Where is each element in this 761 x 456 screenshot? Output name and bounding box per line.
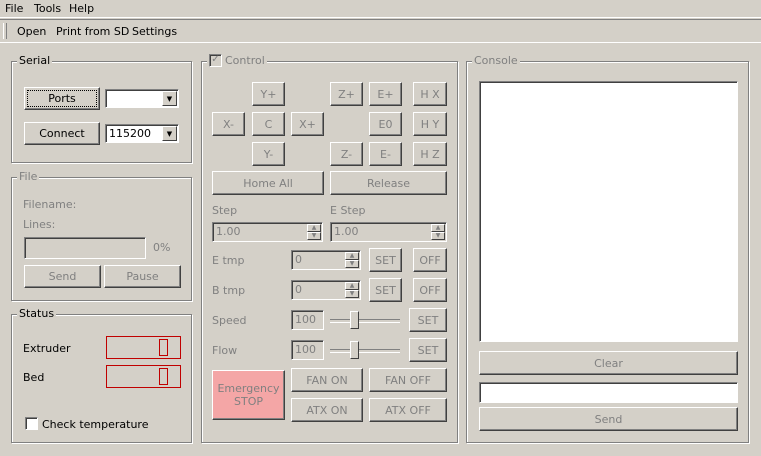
speed-slider-track[interactable] — [330, 319, 400, 323]
menu-bar: File Tools Help — [0, 0, 761, 18]
baud-select-value: 115200 — [109, 127, 151, 140]
control-enable-checkbox[interactable]: ✓ — [209, 54, 222, 67]
bed-temp-gauge — [106, 365, 181, 388]
btmp-label: B tmp — [212, 284, 246, 297]
jog-x-plus-button[interactable]: X+ — [291, 112, 324, 136]
file-send-button[interactable]: Send — [24, 265, 101, 288]
btmp-off-button[interactable]: OFF — [413, 278, 447, 302]
etmp-set-button[interactable]: SET — [369, 248, 402, 272]
jog-e0-button[interactable]: E0 — [369, 112, 402, 136]
home-z-button[interactable]: H Z — [413, 142, 447, 166]
connect-button[interactable]: Connect — [24, 122, 100, 145]
progress-percent: 0% — [153, 241, 171, 254]
jog-x-minus-button[interactable]: X- — [212, 112, 245, 136]
jog-y-minus-button[interactable]: Y- — [252, 142, 285, 166]
status-group: Status Extruder Bed Check temperature — [11, 307, 192, 443]
estep-label: E Step — [330, 204, 366, 217]
jog-z-minus-button[interactable]: Z- — [330, 142, 363, 166]
speed-slider-thumb[interactable] — [350, 311, 359, 329]
release-button[interactable]: Release — [330, 171, 447, 195]
check-temperature-checkbox[interactable] — [25, 417, 38, 430]
status-legend: Status — [17, 307, 57, 320]
spin-arrows-icon[interactable]: ▲ ▼ — [431, 224, 445, 240]
print-progress-bar — [24, 237, 146, 259]
extruder-temp-indicator — [159, 339, 168, 356]
bed-temp-indicator — [159, 368, 168, 385]
chevron-down-icon[interactable]: ▼ — [162, 91, 177, 106]
serial-legend: Serial — [17, 54, 53, 67]
toolbar-grip[interactable] — [3, 23, 7, 39]
step-label: Step — [212, 204, 238, 217]
speed-label: Speed — [212, 314, 247, 327]
toolbar-open[interactable]: Open — [17, 25, 46, 38]
menu-help[interactable]: Help — [69, 2, 94, 15]
control-group: ✓ Control Y+ X- C X+ Y- Z+ Z- E+ E0 E- H… — [201, 54, 458, 443]
control-legend-label: Control — [225, 54, 265, 67]
jog-e-minus-button[interactable]: E- — [369, 142, 402, 166]
console-output[interactable] — [479, 81, 738, 342]
extruder-temp-gauge — [106, 336, 181, 359]
flow-slider-thumb[interactable] — [350, 341, 359, 359]
speed-set-button[interactable]: SET — [409, 308, 447, 332]
toolbar-print-from-sd[interactable]: Print from SD — [56, 25, 129, 38]
btmp-set-button[interactable]: SET — [369, 278, 402, 302]
console-command-input[interactable] — [479, 382, 738, 403]
chevron-down-icon[interactable]: ▼ — [162, 126, 177, 141]
jog-y-plus-button[interactable]: Y+ — [252, 82, 285, 106]
menu-tools[interactable]: Tools — [34, 2, 61, 15]
home-x-button[interactable]: H X — [413, 82, 447, 106]
ports-button[interactable]: Ports — [24, 87, 100, 110]
file-group: File Filename: Lines: 0% Send Pause — [11, 170, 192, 301]
flow-value-field: 100 — [291, 340, 324, 360]
estep-spinner[interactable]: 1.00 ▲ ▼ — [330, 222, 447, 242]
bed-label: Bed — [23, 371, 45, 384]
estep-value: 1.00 — [334, 225, 359, 238]
step-spinner[interactable]: 1.00 ▲ ▼ — [212, 222, 323, 242]
spin-arrows-icon[interactable]: ▲ ▼ — [345, 282, 359, 298]
flow-label: Flow — [212, 344, 238, 357]
check-temperature-label: Check temperature — [42, 418, 149, 431]
pause-button[interactable]: Pause — [104, 265, 181, 288]
atx-on-button[interactable]: ATX ON — [291, 398, 363, 422]
etmp-value: 0 — [295, 253, 302, 266]
port-select[interactable]: ▼ — [105, 89, 179, 108]
spin-arrows-icon[interactable]: ▲ ▼ — [307, 224, 321, 240]
btmp-spinner[interactable]: 0 ▲ ▼ — [291, 280, 361, 300]
clear-button[interactable]: Clear — [479, 351, 738, 375]
etmp-spinner[interactable]: 0 ▲ ▼ — [291, 250, 361, 270]
spin-arrows-icon[interactable]: ▲ ▼ — [345, 252, 359, 268]
serial-group: Serial Ports ▼ Connect 115200 ▼ — [11, 54, 192, 163]
jog-center-button[interactable]: C — [252, 112, 285, 136]
toolbar-settings[interactable]: Settings — [132, 25, 177, 38]
flow-set-button[interactable]: SET — [409, 338, 447, 362]
home-y-button[interactable]: H Y — [413, 112, 447, 136]
toolbar: Open Print from SD Settings — [0, 19, 761, 43]
file-legend: File — [17, 170, 40, 183]
filename-label: Filename: — [23, 198, 77, 211]
etmp-off-button[interactable]: OFF — [413, 248, 447, 272]
fan-off-button[interactable]: FAN OFF — [369, 368, 447, 392]
baud-select[interactable]: 115200 ▼ — [105, 124, 179, 143]
btmp-value: 0 — [295, 283, 302, 296]
console-group: Console Clear Send — [466, 54, 749, 443]
jog-e-plus-button[interactable]: E+ — [369, 82, 402, 106]
control-legend: ✓ Control — [207, 54, 267, 67]
atx-off-button[interactable]: ATX OFF — [369, 398, 447, 422]
etmp-label: E tmp — [212, 254, 245, 267]
step-value: 1.00 — [216, 225, 241, 238]
fan-on-button[interactable]: FAN ON — [291, 368, 363, 392]
home-all-button[interactable]: Home All — [212, 171, 324, 195]
menu-file[interactable]: File — [5, 2, 23, 15]
console-send-button[interactable]: Send — [479, 407, 738, 431]
flow-slider-track[interactable] — [330, 349, 400, 353]
extruder-label: Extruder — [23, 342, 71, 355]
emergency-stop-button[interactable]: Emergency STOP — [212, 370, 285, 420]
lines-label: Lines: — [23, 218, 56, 231]
speed-value-field: 100 — [291, 310, 324, 330]
jog-z-plus-button[interactable]: Z+ — [330, 82, 363, 106]
console-legend: Console — [472, 54, 520, 67]
